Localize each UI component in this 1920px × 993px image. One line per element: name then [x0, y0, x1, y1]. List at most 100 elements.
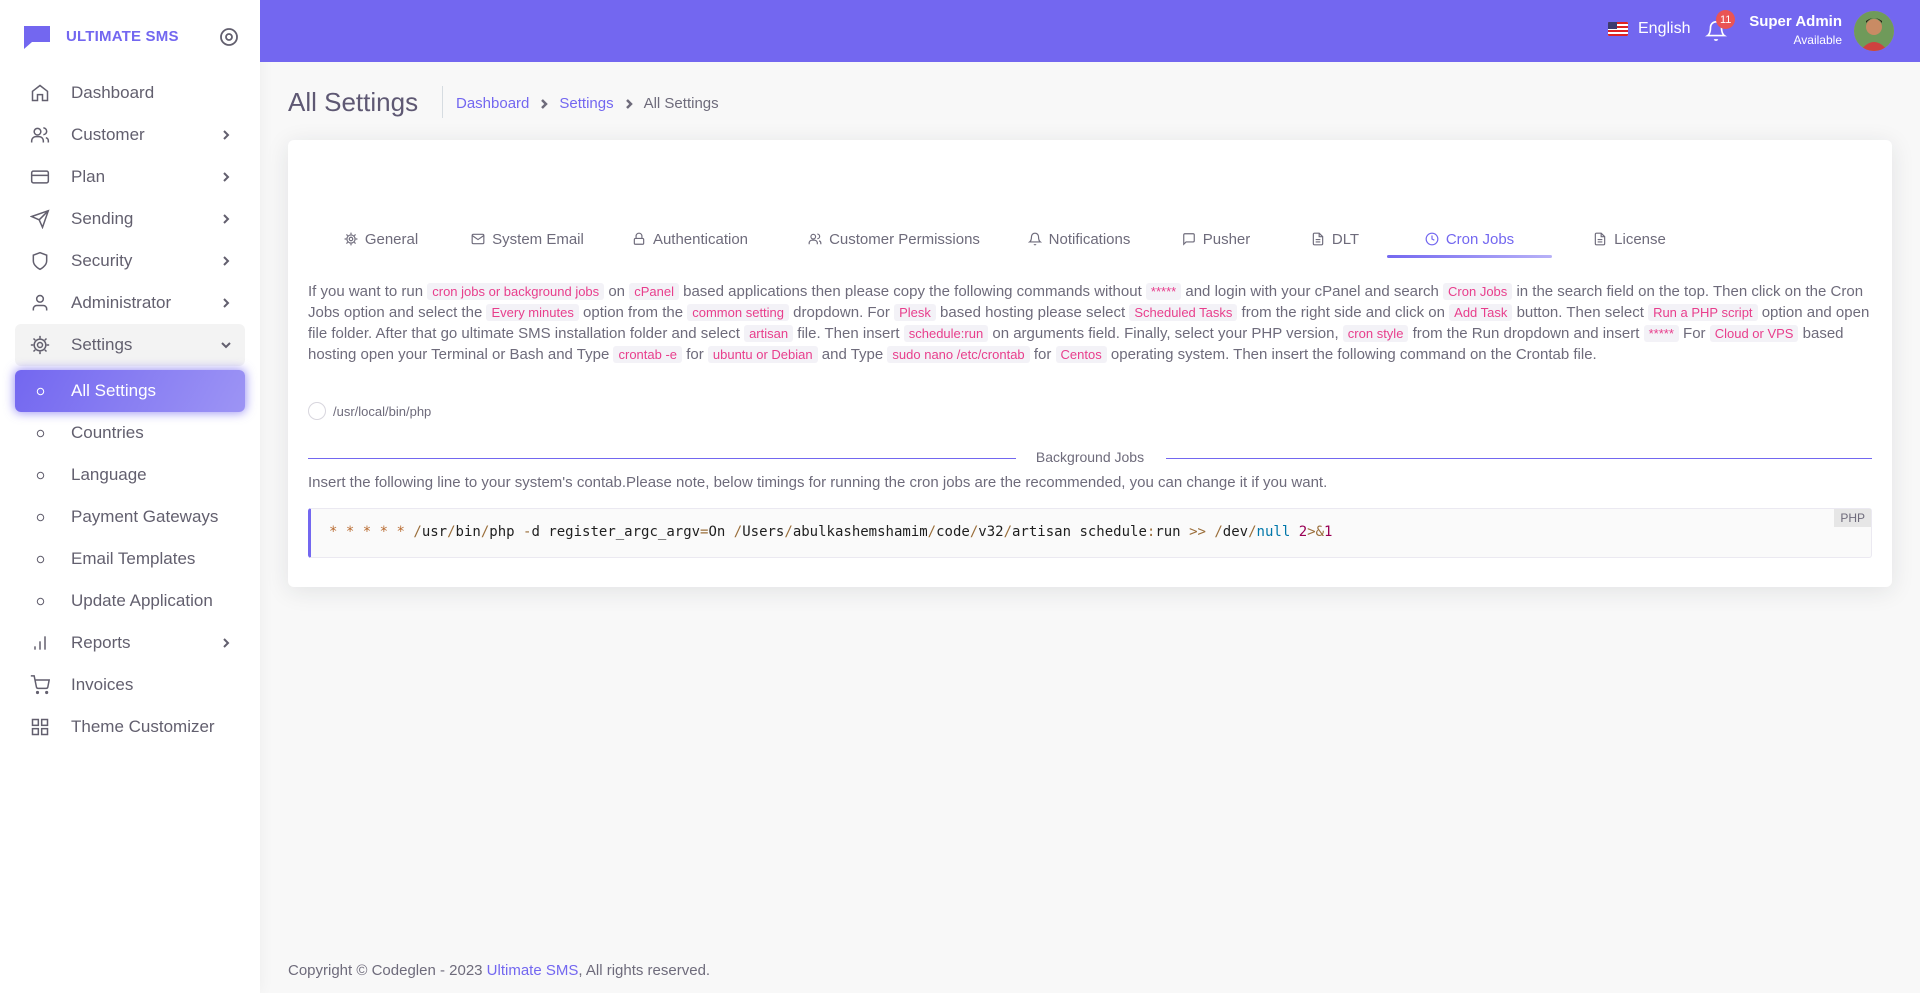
- description-text: from the Run dropdown and insert: [1408, 325, 1644, 342]
- sidebar-item-security[interactable]: Security: [15, 240, 245, 282]
- tab-customer-permissions[interactable]: Customer Permissions: [779, 222, 1009, 256]
- code-token: Users: [742, 524, 785, 540]
- tab-general[interactable]: General: [308, 222, 454, 256]
- sidebar-item-settings[interactable]: Settings: [15, 324, 245, 366]
- cron-command-codeblock[interactable]: * * * * * /usr/bin/php -d register_argc_…: [308, 508, 1872, 558]
- code-token: /: [733, 524, 743, 540]
- page-title: All Settings: [288, 87, 419, 117]
- code-token: 2: [1298, 524, 1308, 540]
- sidebar-item-label: Settings: [71, 335, 133, 354]
- code-token: v32: [978, 524, 1004, 540]
- tab-label: Cron Jobs: [1445, 230, 1515, 248]
- description-text: from the right side and click on: [1237, 304, 1450, 321]
- sidebar-item-theme-customizer[interactable]: Theme Customizer: [15, 706, 245, 748]
- tab-notifications[interactable]: Notifications: [1009, 222, 1149, 256]
- tab-dlt[interactable]: DLT: [1283, 222, 1387, 256]
- sidebar-item-label: Sending: [71, 209, 134, 228]
- home-icon: [29, 82, 51, 104]
- bell-icon: [1027, 232, 1042, 246]
- tab-label: Authentication: [652, 230, 749, 248]
- code-token: code: [936, 524, 970, 540]
- breadcrumb-current: All Settings: [643, 95, 719, 112]
- description-text: button. Then select: [1512, 304, 1649, 321]
- code-token: schedule: [1079, 524, 1147, 540]
- language-label: English: [1638, 20, 1691, 37]
- sidebar-item-all-settings[interactable]: All Settings: [15, 370, 245, 412]
- sidebar: ULTIMATE SMS Dashboard Customer Plan Sendin…: [0, 0, 260, 993]
- code-token: /: [969, 524, 979, 540]
- sidebar-item-customer[interactable]: Customer: [15, 114, 245, 156]
- sidebar-item-invoices[interactable]: Invoices: [15, 664, 245, 706]
- file-icon: [1593, 232, 1607, 246]
- sidebar-item-update-application[interactable]: Update Application: [15, 580, 245, 622]
- code-token: *: [396, 524, 405, 540]
- description-text: operating system. Then insert the follow…: [1106, 346, 1597, 363]
- credit-card-icon: [29, 166, 51, 188]
- inline-code: common setting: [687, 304, 790, 321]
- php-path-option[interactable]: /usr/local/bin/php: [308, 402, 431, 420]
- code-token: php: [489, 524, 515, 540]
- breadcrumb-dashboard[interactable]: Dashboard: [456, 95, 529, 112]
- message-icon: [1182, 232, 1196, 246]
- background-jobs-divider: Background Jobs: [308, 448, 1872, 468]
- code-token: >: [1307, 524, 1316, 540]
- tab-authentication[interactable]: Authentication: [601, 222, 779, 256]
- sidebar-item-payment-gateways[interactable]: Payment Gateways: [15, 496, 245, 538]
- code-token: /: [1003, 524, 1012, 540]
- tab-label: Pusher: [1202, 230, 1251, 248]
- sidebar-item-administrator[interactable]: Administrator: [15, 282, 245, 324]
- tab-pusher[interactable]: Pusher: [1149, 222, 1283, 256]
- sidebar-item-plan[interactable]: Plan: [15, 156, 245, 198]
- breadcrumb-settings[interactable]: Settings: [559, 95, 613, 112]
- shield-icon: [29, 250, 51, 272]
- inline-code: crontab -e: [613, 346, 683, 363]
- code-token: dev: [1222, 524, 1249, 540]
- brand-name: ULTIMATE SMS: [66, 27, 179, 45]
- inline-code: cron style: [1342, 325, 1409, 342]
- sidebar-item-sending[interactable]: Sending: [15, 198, 245, 240]
- sidebar-item-dashboard[interactable]: Dashboard: [15, 72, 245, 114]
- description-text: for: [1029, 346, 1056, 363]
- php-path-radio[interactable]: [308, 402, 326, 420]
- send-icon: [29, 208, 51, 230]
- sidebar-item-label: Countries: [71, 423, 144, 442]
- inline-code: Add Task: [1449, 304, 1513, 321]
- chevron-right-icon: [219, 635, 233, 649]
- inline-code: *****: [1145, 283, 1182, 300]
- code-token: artisan: [1012, 524, 1072, 540]
- code-token: *: [362, 524, 372, 540]
- title-divider: [442, 86, 443, 118]
- sidebar-item-countries[interactable]: Countries: [15, 412, 245, 454]
- sidebar-item-language[interactable]: Language: [15, 454, 245, 496]
- sidebar-item-reports[interactable]: Reports: [15, 622, 245, 664]
- user-name[interactable]: Super Admin: [1749, 13, 1842, 30]
- language-selector[interactable]: English: [1608, 20, 1690, 38]
- footer: Copyright © Codeglen - 2023 Ultimate SMS…: [288, 962, 710, 979]
- grid-icon: [29, 716, 51, 738]
- settings-tabs: General System Email Authentication Custome…: [308, 222, 1872, 258]
- code-token: run: [1155, 524, 1181, 540]
- tab-system-email[interactable]: System Email: [454, 222, 601, 256]
- sidebar-item-email-templates[interactable]: Email Templates: [15, 538, 245, 580]
- code-token: /: [784, 524, 793, 540]
- avatar[interactable]: [1854, 11, 1894, 51]
- chat-bubble-logo-icon: [22, 24, 52, 49]
- code-token: /: [1248, 524, 1257, 540]
- cart-icon: [29, 674, 51, 696]
- code-token: 1: [1324, 524, 1333, 540]
- footer-brand-link[interactable]: Ultimate SMS: [487, 962, 579, 979]
- sidebar-item-label: Invoices: [71, 675, 134, 694]
- tab-license[interactable]: License: [1552, 222, 1707, 256]
- code-token: null: [1256, 524, 1291, 540]
- tab-label: DLT: [1331, 230, 1360, 248]
- sidebar-toggle-icon[interactable]: [218, 26, 240, 48]
- tab-cron-jobs[interactable]: Cron Jobs: [1387, 222, 1552, 258]
- tab-label: General: [364, 230, 419, 248]
- cron-note: Insert the following line to your system…: [308, 474, 1328, 491]
- php-path-label: /usr/local/bin/php: [333, 403, 432, 419]
- description-text: For: [1678, 325, 1710, 342]
- description-text: on arguments field. Finally, select your…: [988, 325, 1343, 342]
- lock-icon: [632, 232, 646, 246]
